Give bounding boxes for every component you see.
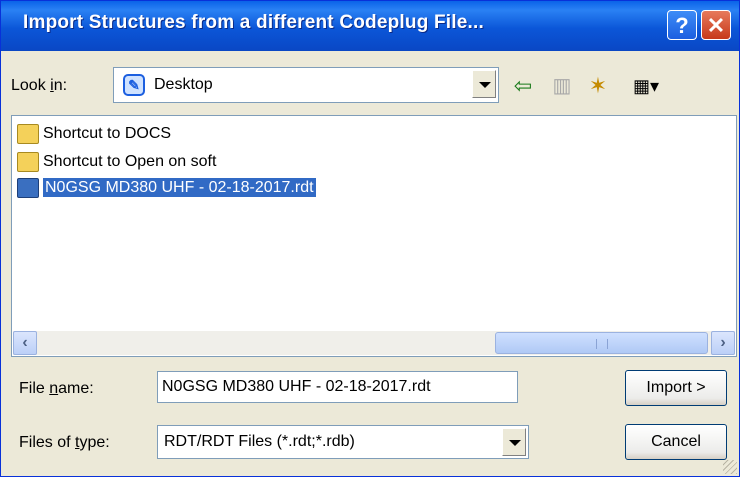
list-item-selected[interactable]: N0GSG MD380 UHF - 02-18-2017.rdt [17,177,317,202]
help-button[interactable]: ? [667,10,697,40]
file-label: N0GSG MD380 UHF - 02-18-2017.rdt [42,177,317,198]
new-folder-icon[interactable]: ✶ [583,71,613,101]
file-label: Shortcut to Open on soft [43,153,217,170]
folder-shortcut-icon [17,124,39,144]
file-list[interactable]: Shortcut to DOCS Shortcut to Open on sof… [11,115,737,357]
scrollbar-thumb[interactable] [495,332,708,354]
chevron-down-icon[interactable] [502,428,526,456]
folder-shortcut-icon [17,152,39,172]
file-name-label: File name: [19,380,94,397]
import-button[interactable]: Import > [625,370,727,406]
views-menu-icon[interactable]: ▦▾ [625,71,667,101]
list-item[interactable]: Shortcut to Open on soft [17,152,216,176]
back-arrow-icon[interactable]: ⇦ [508,71,538,101]
list-item[interactable]: Shortcut to DOCS [17,124,171,148]
title-bar[interactable]: Import Structures from a different Codep… [1,1,739,51]
cancel-button[interactable]: Cancel [625,424,727,460]
file-type-label: Files of type: [19,434,110,451]
look-in-value: Desktop [154,76,213,93]
window-title: Import Structures from a different Codep… [23,12,484,33]
file-name-field[interactable] [157,371,518,403]
look-in-dropdown[interactable]: ✎ Desktop [113,67,499,103]
horizontal-scrollbar[interactable]: ‹ › [13,331,735,355]
file-type-dropdown[interactable]: RDT/RDT Files (*.rdt;*.rdb) [157,425,529,459]
rdt-file-icon [17,178,39,198]
scroll-right-icon[interactable]: › [711,331,735,355]
desktop-icon: ✎ [123,74,145,96]
up-folder-icon[interactable]: ▥ [547,71,577,101]
chevron-down-icon[interactable] [472,70,496,98]
look-in-label: Look in: [11,77,68,94]
grip-icon [596,339,608,349]
resize-grip-icon[interactable] [723,460,737,474]
import-dialog: Import Structures from a different Codep… [0,0,740,477]
scroll-left-icon[interactable]: ‹ [13,331,37,355]
file-label: Shortcut to DOCS [43,125,172,142]
file-type-value: RDT/RDT Files (*.rdt;*.rdb) [164,433,355,450]
close-button[interactable]: ✕ [701,10,731,40]
